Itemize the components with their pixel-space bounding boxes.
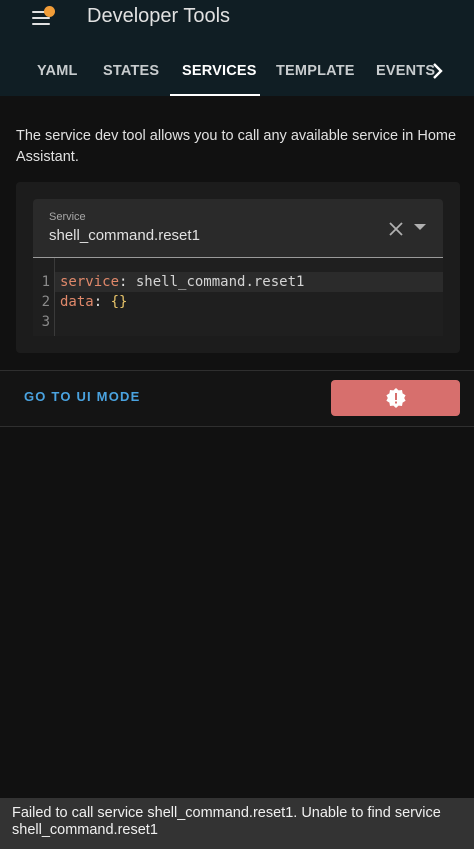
yaml-code-editor[interactable]: 1 2 3 service: shell_command.reset1 data… (33, 258, 443, 336)
notification-dot (44, 6, 55, 17)
arrow-drop-down-icon[interactable] (414, 224, 426, 232)
tab-events[interactable]: EVENTS (376, 48, 435, 96)
yaml-value: shell_command.reset1 (135, 274, 305, 290)
yaml-colon: : (93, 294, 111, 310)
code-line[interactable]: service: shell_command.reset1 (60, 272, 304, 292)
tab-bar: YAML STATES SERVICES TEMPLATE EVENTS (0, 48, 474, 96)
service-description: The service dev tool allows you to call … (16, 128, 457, 165)
service-card: Service shell_command.reset1 1 2 3 servi… (16, 182, 460, 353)
service-picker[interactable]: Service shell_command.reset1 (33, 199, 443, 258)
yaml-value: {} (110, 294, 128, 310)
app-header: Developer Tools YAML STATES SERVICES TEM… (0, 0, 474, 96)
chevron-right-icon[interactable] (428, 60, 448, 82)
card-actions: GO TO UI MODE (0, 370, 474, 427)
yaml-key: data (60, 294, 94, 310)
close-icon[interactable] (389, 222, 403, 236)
page-title: Developer Tools (87, 5, 231, 27)
active-tab-indicator (170, 94, 260, 96)
tab-services[interactable]: SERVICES (182, 48, 257, 96)
alert-decagram-icon (386, 388, 406, 408)
service-field-value[interactable]: shell_command.reset1 (49, 227, 200, 244)
line-number: 3 (41, 314, 50, 330)
go-to-ui-mode-button[interactable]: GO TO UI MODE (24, 389, 140, 404)
tab-states[interactable]: STATES (103, 48, 159, 96)
tab-template[interactable]: TEMPLATE (276, 48, 355, 96)
error-toast: Failed to call service shell_command.res… (0, 798, 474, 849)
line-number: 2 (41, 294, 50, 310)
menu-button[interactable] (26, 2, 58, 34)
call-service-button[interactable] (331, 380, 460, 416)
yaml-key: service (60, 274, 120, 290)
line-number: 1 (41, 274, 50, 290)
editor-gutter: 1 2 3 (33, 258, 55, 336)
yaml-colon: : (119, 274, 136, 290)
code-line[interactable]: data: {} (60, 292, 127, 312)
toast-message: Failed to call service shell_command.res… (12, 805, 441, 838)
developer-tools-app: Developer Tools YAML STATES SERVICES TEM… (0, 0, 474, 849)
tab-yaml[interactable]: YAML (37, 48, 78, 96)
service-field-label: Service (49, 211, 86, 223)
